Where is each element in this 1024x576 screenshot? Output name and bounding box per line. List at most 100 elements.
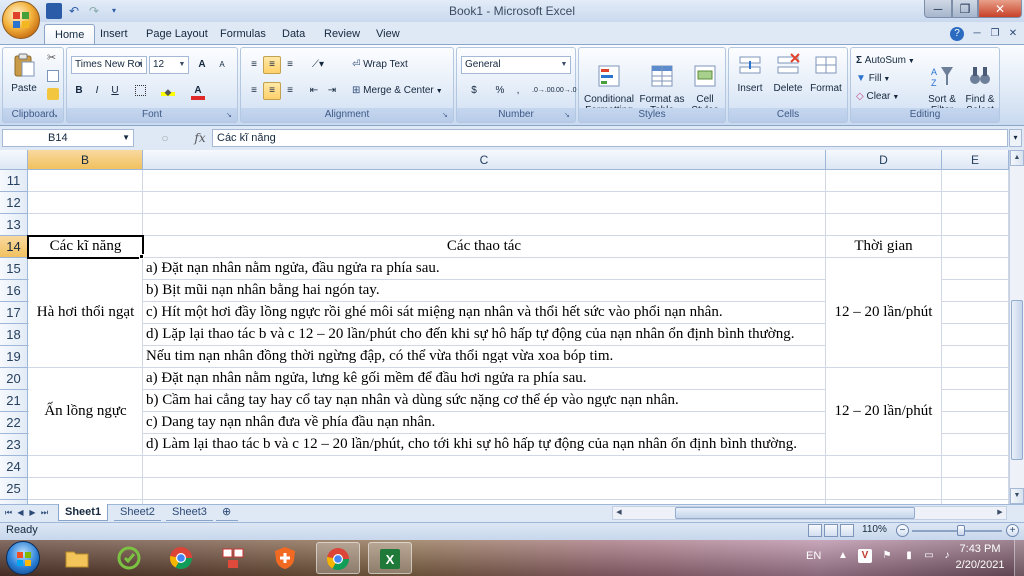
copy-icon[interactable]	[47, 70, 59, 82]
wrap-text-button[interactable]: ⏎ Wrap Text	[349, 56, 421, 74]
clipboard-launcher-icon[interactable]: ↘	[52, 111, 61, 120]
row-header-15[interactable]: 15	[0, 258, 28, 280]
name-box[interactable]: B14 ▼	[2, 129, 134, 147]
decrease-indent-icon[interactable]: ⇤	[305, 82, 323, 100]
sheet-tab-sheet2[interactable]: Sheet2	[114, 504, 161, 521]
align-right-icon[interactable]: ≡	[281, 82, 299, 100]
network-signal-icon[interactable]: ▮	[902, 549, 916, 563]
format-painter-icon[interactable]	[47, 88, 59, 100]
taskbar-excel[interactable]: X	[368, 542, 412, 574]
alignment-launcher-icon[interactable]: ↘	[442, 111, 451, 120]
insert-cells-button[interactable]: Insert	[731, 52, 769, 94]
sheet-tab-sheet3[interactable]: Sheet3	[166, 504, 213, 521]
fill-button[interactable]: ▼ Fill ▼	[855, 70, 905, 88]
column-header-b[interactable]: B	[28, 150, 143, 170]
font-color-button[interactable]: A	[185, 82, 211, 100]
tab-data[interactable]: Data	[272, 24, 315, 44]
maximize-button[interactable]: ❐	[952, 0, 978, 18]
align-top-icon[interactable]: ≡	[245, 56, 263, 74]
office-button[interactable]	[2, 1, 40, 39]
scroll-left-icon[interactable]: ◀	[613, 507, 625, 519]
horizontal-scrollbar[interactable]: ◀ ▶	[612, 506, 1007, 520]
font-size-combo[interactable]: 12 ▼	[149, 56, 189, 74]
tray-expand-icon[interactable]: ▲	[836, 549, 850, 563]
number-format-dropdown-icon[interactable]: ▼	[559, 58, 569, 72]
tab-insert[interactable]: Insert	[90, 24, 138, 44]
help-icon[interactable]: ?	[950, 27, 964, 41]
number-launcher-icon[interactable]: ↘	[564, 111, 573, 120]
fill-color-button[interactable]: ◆	[155, 82, 181, 100]
number-format-combo[interactable]: General ▼	[461, 56, 571, 74]
row-header-11[interactable]: 11	[0, 170, 28, 192]
row-header-23[interactable]: 23	[0, 434, 28, 456]
zoom-slider-knob[interactable]	[956, 525, 965, 536]
format-cells-button[interactable]: Format	[807, 52, 845, 94]
first-sheet-icon[interactable]: ⏮	[3, 506, 14, 519]
cell-c21[interactable]: b) Cầm hai cẳng tay hay cổ tay nạn nhân …	[143, 390, 825, 411]
cell-c19[interactable]: Nếu tim nạn nhân đồng thời ngừng đập, có…	[143, 346, 825, 367]
vertical-scrollbar[interactable]: ▲ ▼	[1009, 150, 1024, 504]
font-launcher-icon[interactable]: ↘	[226, 111, 235, 120]
align-bottom-icon[interactable]: ≡	[281, 56, 299, 74]
minimize-button[interactable]: ─	[924, 0, 952, 18]
select-all-corner[interactable]	[0, 150, 28, 170]
currency-button[interactable]: $	[461, 82, 487, 100]
comma-button[interactable]: ,	[511, 82, 525, 100]
last-sheet-icon[interactable]: ⏭	[39, 506, 50, 519]
row-header-20[interactable]: 20	[0, 368, 28, 390]
shrink-font-button[interactable]: A	[213, 56, 231, 74]
tab-page-layout[interactable]: Page Layout	[136, 24, 218, 44]
increase-indent-icon[interactable]: ⇥	[323, 82, 341, 100]
column-header-d[interactable]: D	[826, 150, 942, 170]
grow-font-button[interactable]: A	[193, 56, 211, 74]
show-desktop-button[interactable]	[1014, 540, 1024, 576]
tab-view[interactable]: View	[366, 24, 410, 44]
font-size-dropdown-icon[interactable]: ▼	[177, 58, 187, 72]
scroll-up-icon[interactable]: ▲	[1010, 150, 1024, 166]
column-header-c[interactable]: C	[143, 150, 826, 170]
row-header-14[interactable]: 14	[0, 236, 28, 258]
scroll-down-icon[interactable]: ▼	[1010, 488, 1024, 504]
sheet-tab-sheet1[interactable]: Sheet1	[58, 504, 109, 521]
taskbar-explorer[interactable]	[56, 542, 100, 574]
page-break-view-icon[interactable]	[840, 524, 854, 537]
taskbar-network-app[interactable]	[212, 542, 256, 574]
next-sheet-icon[interactable]: ▶	[27, 506, 38, 519]
autosum-button[interactable]: Σ AutoSum ▼	[855, 52, 925, 70]
row-header-24[interactable]: 24	[0, 456, 28, 478]
taskbar-shield-app[interactable]	[264, 542, 308, 574]
insert-sheet-icon[interactable]: ⊕	[216, 504, 238, 521]
fill-handle[interactable]	[139, 254, 144, 259]
cut-icon[interactable]: ✂	[47, 52, 59, 64]
clock-date[interactable]: 2/20/2021	[950, 559, 1010, 571]
font-name-dropdown-icon[interactable]: ▼	[135, 58, 145, 72]
italic-button[interactable]: I	[89, 82, 105, 100]
formula-input[interactable]: Các kĩ năng	[212, 129, 1008, 147]
close-button[interactable]: ✕	[978, 0, 1022, 18]
align-middle-icon[interactable]: ≡	[263, 56, 281, 74]
insert-function-button[interactable]: fx	[190, 129, 210, 147]
tab-review[interactable]: Review	[314, 24, 370, 44]
cell-b20-merged[interactable]: Ấn lồng ngực	[29, 368, 142, 455]
tab-formulas[interactable]: Formulas	[210, 24, 276, 44]
cell-c20[interactable]: a) Đặt nạn nhân nằm ngửa, lưng kê gối mề…	[143, 368, 825, 389]
cell-b14[interactable]: Các kĩ năng	[29, 236, 142, 257]
font-name-combo[interactable]: Times New Roi ▼	[71, 56, 147, 74]
zoom-out-icon[interactable]: −	[896, 524, 909, 537]
formula-expand-icon[interactable]: ▾	[1009, 129, 1022, 147]
worksheet-grid[interactable]: B C D E 11 12 13 14 15 16 17 18 19 20 21…	[0, 150, 1009, 504]
row-header-25[interactable]: 25	[0, 478, 28, 500]
row-header-17[interactable]: 17	[0, 302, 28, 324]
clock-time[interactable]: 7:43 PM	[958, 543, 1002, 555]
cell-d14[interactable]: Thời gian	[826, 236, 941, 257]
decrease-decimal-button[interactable]: .00→.0	[553, 82, 577, 100]
cell-c16[interactable]: b) Bịt mũi nạn nhân bằng hai ngón tay.	[143, 280, 825, 301]
cell-c22[interactable]: c) Dang tay nạn nhân đưa về phía đầu nạn…	[143, 412, 825, 433]
prev-sheet-icon[interactable]: ◀	[15, 506, 26, 519]
zoom-in-icon[interactable]: +	[1006, 524, 1019, 537]
taskbar-chrome-1[interactable]	[160, 542, 204, 574]
battery-icon[interactable]: ▭	[922, 549, 936, 563]
merge-center-button[interactable]: ⊞ Merge & Center ▼	[349, 82, 451, 100]
orientation-icon[interactable]: ⟋▾	[305, 56, 331, 74]
vertical-scroll-thumb[interactable]	[1011, 300, 1023, 460]
